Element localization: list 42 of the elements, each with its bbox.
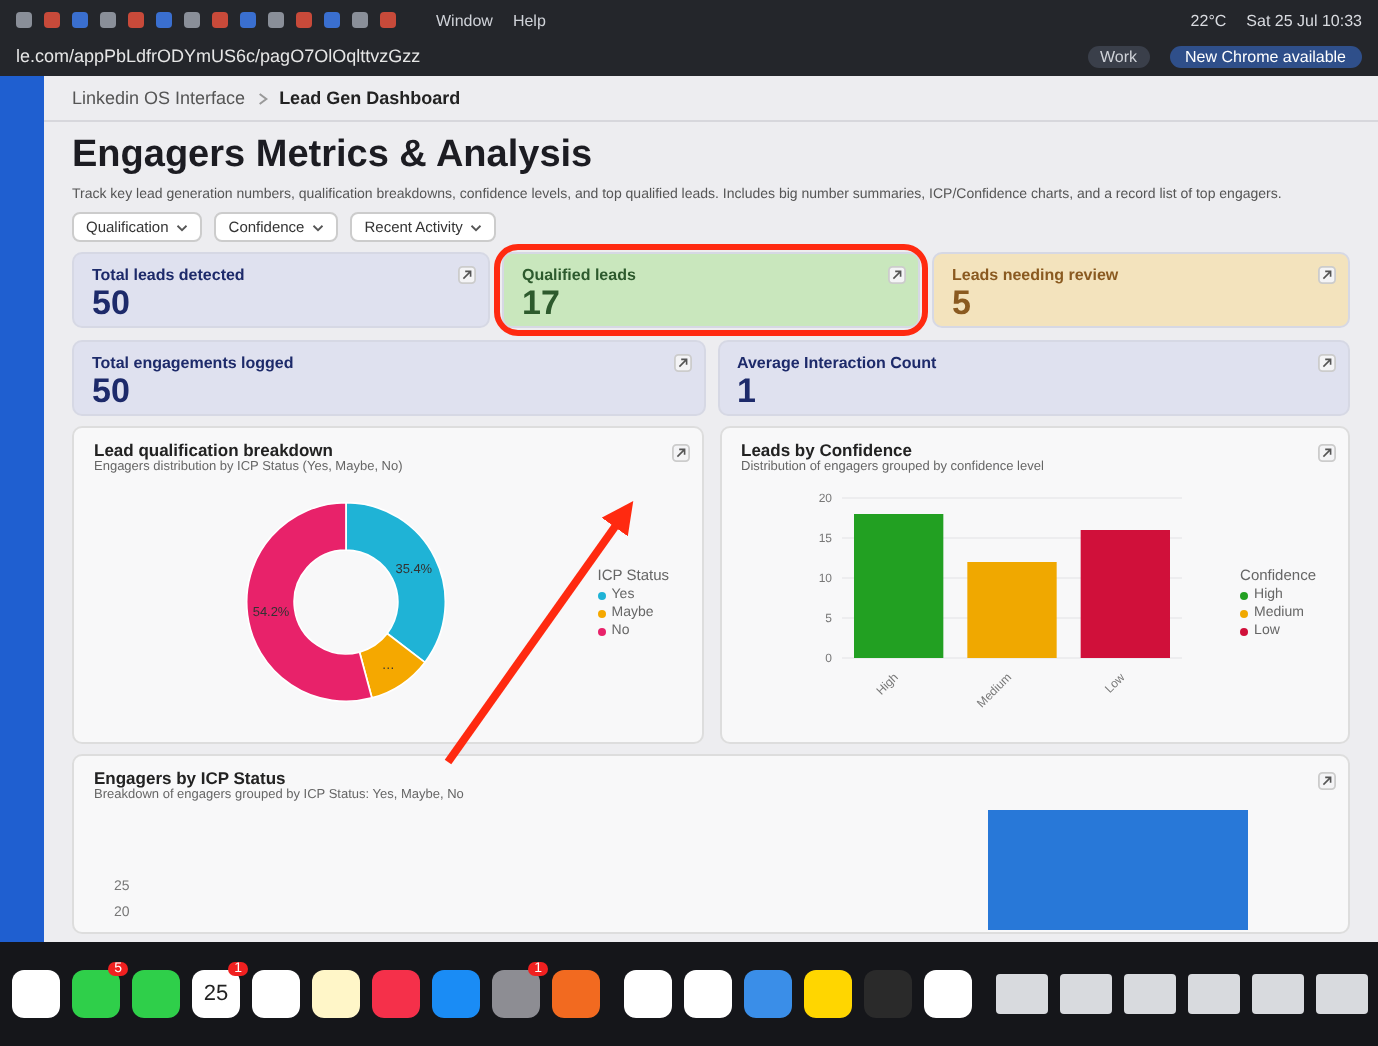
metric-label: Total leads detected [92,266,245,284]
expand-icon[interactable] [1318,354,1336,372]
metric-value: 5 [952,284,971,324]
window-thumbnail[interactable] [1188,974,1240,1014]
chart-title: Engagers by ICP Status [94,768,286,788]
window-thumbnail[interactable] [996,974,1048,1014]
breadcrumb-link[interactable]: Linkedin OS Interface [72,88,246,108]
menu-item[interactable]: Help [512,11,546,29]
profile-button[interactable]: Work [1087,45,1150,67]
page-title: Engagers Metrics & Analysis [72,134,595,178]
menu-item[interactable]: Window [436,11,493,29]
window-thumbnail[interactable] [1060,974,1112,1014]
expand-icon[interactable] [671,444,689,462]
expand-icon[interactable] [673,354,691,372]
weather-text: 22°C [1190,11,1227,29]
metric-value: 17 [522,284,560,324]
address-bar[interactable]: le.com/appPbLdfrODYmUS6c/pagO7OlOqlttvzGzz [16,46,421,66]
chevron-icon [257,91,268,105]
calendar-date: 25 [203,982,229,1006]
caret-icon [312,224,325,233]
metric-label: Average Interaction Count [737,354,937,372]
update-button[interactable]: New Chrome available [1169,45,1362,67]
expand-icon[interactable] [888,266,906,284]
metric-label: Qualified leads [522,266,636,284]
metric-label: Leads needing review [952,266,1119,284]
metric-label: Total engagements logged [92,354,294,372]
metric-value: 50 [92,284,130,324]
window-thumbnail[interactable] [1252,974,1304,1014]
expand-icon[interactable] [458,266,476,284]
metric-value: 1 [737,372,756,412]
caret-icon [176,224,189,233]
chart-title: Leads by Confidence [741,440,912,460]
metric-value: 50 [92,372,130,412]
caret-icon [470,224,483,233]
window-thumbnail[interactable] [1124,974,1176,1014]
clock-text: Sat 25 Jul 10:33 [1246,11,1362,29]
window-thumbnail[interactable] [1316,974,1368,1014]
chart-title: Lead qualification breakdown [94,440,333,460]
expand-icon[interactable] [1318,772,1336,790]
expand-icon[interactable] [1318,444,1336,462]
expand-icon[interactable] [1318,266,1336,284]
breadcrumb-link[interactable]: Lead Gen Dashboard [279,88,461,108]
